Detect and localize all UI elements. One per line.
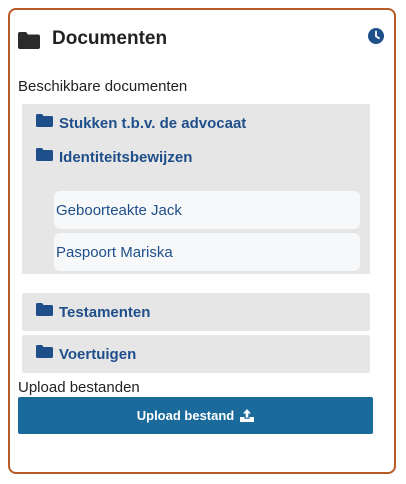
folder-label: Testamenten [59,303,151,321]
folder-stukken-advocaat[interactable]: Stukken t.b.v. de advocaat [22,104,370,142]
document-paspoort-mariska[interactable]: Paspoort Mariska [54,233,360,271]
document-geboorteakte-jack[interactable]: Geboorteakte Jack [54,191,360,229]
folder-label: Identiteitsbewijzen [59,148,193,166]
folder-voertuigen[interactable]: Voertuigen [22,335,370,373]
clock-icon[interactable] [368,28,384,49]
folder-identiteitsbewijzen-expanded: Identiteitsbewijzen Geboorteakte Jack Pa… [22,138,370,274]
card-header: Documenten [18,26,384,56]
folder-identiteitsbewijzen[interactable]: Identiteitsbewijzen [36,138,192,176]
upload-button[interactable]: Upload bestand [18,397,373,434]
folder-icon [36,303,53,321]
upload-icon [240,409,255,422]
upload-button-label: Upload bestand [136,408,235,423]
folder-label: Stukken t.b.v. de advocaat [59,114,247,132]
folder-testamenten[interactable]: Testamenten [22,293,370,331]
upload-files-label: Upload bestanden [18,379,140,396]
folder-label: Voertuigen [59,345,137,363]
folder-icon [36,148,53,166]
folder-icon [36,345,53,363]
folder-icon [36,114,53,132]
card-title: Documenten [52,28,168,49]
folder-icon [18,32,40,54]
available-documents-label: Beschikbare documenten [18,78,188,95]
